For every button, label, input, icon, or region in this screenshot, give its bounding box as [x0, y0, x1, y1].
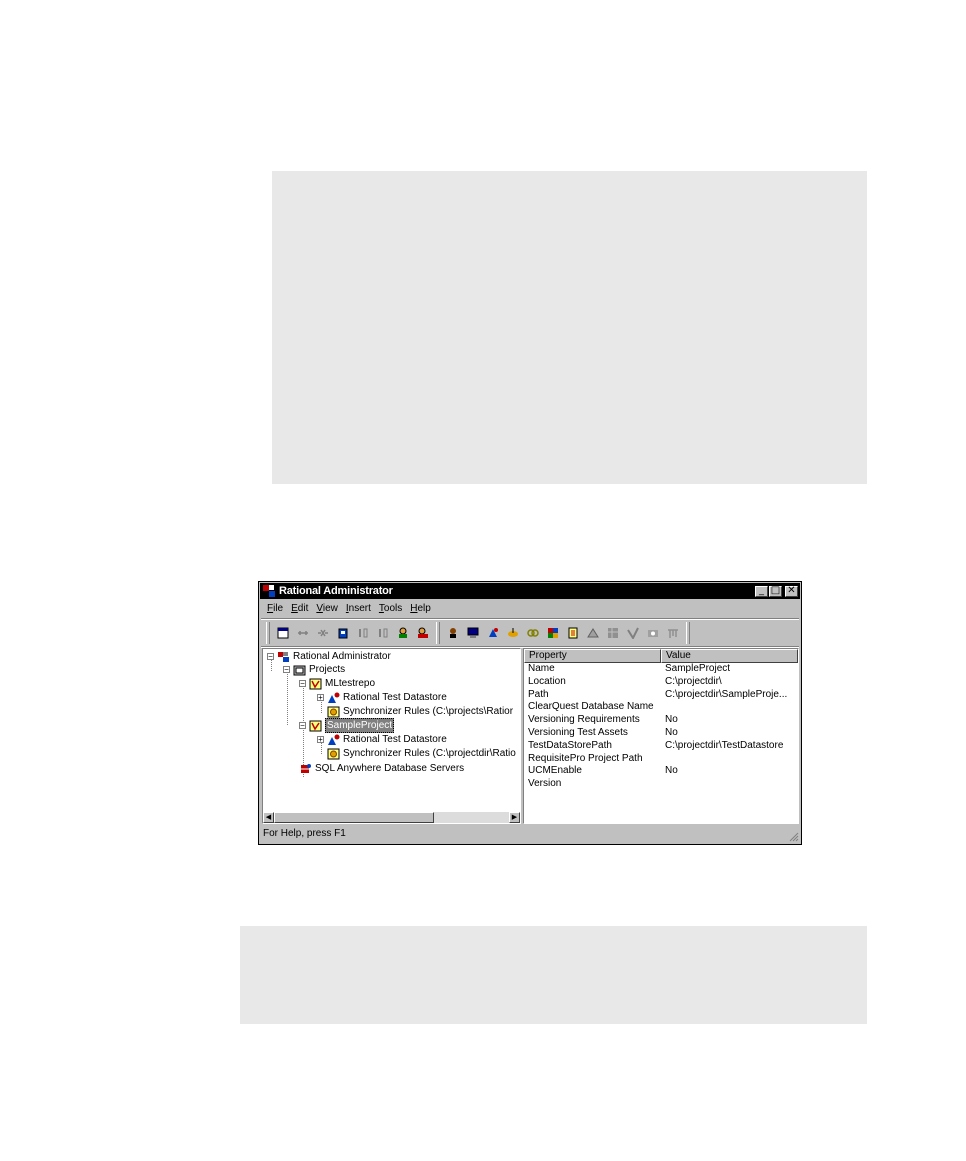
menu-tools[interactable]: Tools — [375, 601, 406, 617]
scroll-right-icon[interactable]: ▶ — [509, 812, 520, 823]
toolbar — [263, 620, 721, 646]
list-row[interactable]: Path C:\projectdir\SampleProje... — [524, 689, 798, 702]
close-button[interactable]: ✕ — [785, 585, 798, 597]
test-datastore-icon — [327, 692, 340, 704]
puzzle-icon[interactable] — [544, 624, 562, 642]
document-icon[interactable] — [564, 624, 582, 642]
tree-node-synchronizer-2[interactable]: Synchronizer Rules (C:\projectdir\Ratio — [327, 747, 516, 760]
tree-node-test-datastore-1[interactable]: + Rational Test Datastore — [317, 691, 447, 704]
project-manager-icon[interactable] — [414, 624, 432, 642]
list-row[interactable]: TestDataStorePath C:\projectdir\TestDatas… — [524, 740, 798, 753]
test-datastore-icon — [327, 734, 340, 746]
resize-grip-icon[interactable] — [789, 832, 799, 842]
list-row[interactable]: Versioning Test Assets No — [524, 727, 798, 740]
list-row[interactable]: Version — [524, 778, 798, 791]
property-list[interactable]: Property Value Name SampleProject Locatio… — [523, 648, 799, 824]
computer-icon[interactable] — [464, 624, 482, 642]
grid-icon[interactable] — [604, 624, 622, 642]
collapse-icon[interactable]: − — [299, 722, 306, 730]
rational-admin-icon — [277, 651, 290, 663]
column-header-value[interactable]: Value — [661, 649, 798, 663]
maximize-button[interactable]: □ — [769, 585, 782, 597]
project-icon — [309, 720, 322, 732]
rational-app-icon — [262, 584, 276, 598]
expand-icon[interactable]: + — [317, 736, 324, 744]
admin-user-icon[interactable] — [444, 624, 462, 642]
collapse-icon[interactable]: − — [299, 680, 306, 688]
list-header: Property Value — [524, 649, 798, 663]
gray-placeholder-top — [272, 171, 867, 484]
menu-edit[interactable]: Edit — [287, 601, 312, 617]
scrollbar-thumb[interactable] — [274, 812, 434, 823]
toolbar-grip[interactable] — [266, 622, 270, 644]
list-row[interactable]: Name SampleProject — [524, 663, 798, 676]
tree-pane[interactable]: − Rational Administrator − Projects − ML… — [262, 648, 521, 824]
window-title: Rational Administrator — [279, 585, 393, 597]
minimize-button[interactable]: _ — [755, 585, 768, 597]
camera-icon[interactable] — [644, 624, 662, 642]
datastore-icon[interactable] — [484, 624, 502, 642]
tree-node-mltestrepo[interactable]: − MLtestrepo — [299, 677, 375, 690]
link-icon[interactable] — [524, 624, 542, 642]
list-row[interactable]: UCMEnable No — [524, 765, 798, 778]
tree-node-sql-anywhere[interactable]: SQL Anywhere Database Servers — [299, 762, 464, 775]
tool-icon[interactable] — [504, 624, 522, 642]
pyramid-icon[interactable] — [584, 624, 602, 642]
pause-icon[interactable] — [374, 624, 392, 642]
column-header-property[interactable]: Property — [524, 649, 661, 663]
menu-file[interactable]: File — [263, 601, 287, 617]
connect-icon[interactable] — [294, 624, 312, 642]
tree-node-root[interactable]: − Rational Administrator — [267, 650, 391, 663]
projects-folder-icon — [293, 664, 306, 676]
project-icon — [309, 678, 322, 690]
status-text: For Help, press F1 — [263, 828, 346, 839]
tree-node-test-datastore-2[interactable]: + Rational Test Datastore — [317, 733, 447, 746]
rational-administrator-window: Rational Administrator _ □ ✕ File Edit V… — [258, 581, 802, 845]
menu-view[interactable]: View — [312, 601, 342, 617]
tree-node-projects[interactable]: − Projects — [283, 663, 345, 676]
properties-icon[interactable] — [274, 624, 292, 642]
toolbar-grip[interactable] — [436, 622, 440, 644]
tree-node-synchronizer-1[interactable]: Synchronizer Rules (C:\projects\Ratior — [327, 705, 513, 718]
synchronizer-icon — [327, 748, 340, 760]
status-bar: For Help, press F1 — [261, 826, 799, 842]
database-server-icon — [299, 763, 312, 775]
tree-node-sampleproject[interactable]: − SampleProject — [299, 718, 395, 733]
checkmark-icon[interactable] — [624, 624, 642, 642]
tree-connector — [287, 671, 288, 725]
user-icon[interactable] — [394, 624, 412, 642]
menu-bar: File Edit View Insert Tools Help — [263, 601, 435, 617]
expand-icon[interactable]: + — [317, 694, 324, 702]
list-row[interactable]: Versioning Requirements No — [524, 714, 798, 727]
chart-icon[interactable] — [664, 624, 682, 642]
horizontal-scrollbar[interactable]: ◀ ▶ — [263, 812, 520, 823]
gray-placeholder-bottom — [240, 926, 867, 1024]
list-row[interactable]: ClearQuest Database Name — [524, 701, 798, 714]
collapse-icon[interactable]: − — [283, 666, 290, 674]
synchronizer-icon — [327, 706, 340, 718]
new-project-icon[interactable] — [334, 624, 352, 642]
menu-insert[interactable]: Insert — [342, 601, 375, 617]
list-row[interactable]: RequisitePro Project Path — [524, 753, 798, 766]
collapse-icon[interactable]: − — [267, 653, 274, 661]
disconnect-icon[interactable] — [314, 624, 332, 642]
menu-help[interactable]: Help — [406, 601, 435, 617]
list-row[interactable]: Location C:\projectdir\ — [524, 676, 798, 689]
scroll-left-icon[interactable]: ◀ — [263, 812, 274, 823]
toolbar-grip[interactable] — [686, 622, 690, 644]
title-bar[interactable]: Rational Administrator _ □ ✕ — [260, 583, 800, 599]
pause-icon[interactable] — [354, 624, 372, 642]
